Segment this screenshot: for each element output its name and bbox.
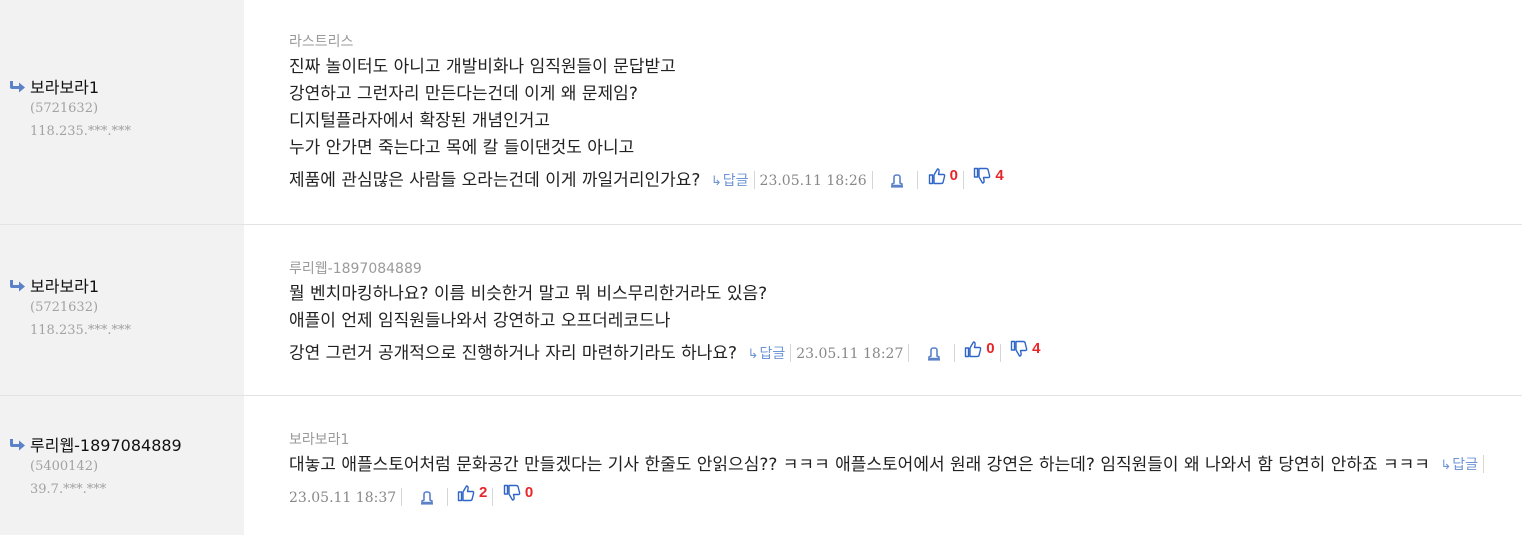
- divider: [753, 170, 755, 189]
- comment-text-line: 강연하고 그런자리 만든다는건데 이게 왜 문제임?: [289, 84, 638, 104]
- comment-item: 보라보라1 (5721632) 118.235.***.*** 루리웹-1897…: [0, 225, 1522, 396]
- thumbs-down-icon: [503, 484, 521, 501]
- thumbs-up-icon: [928, 167, 945, 184]
- comment-text-line: 대놓고 애플스토어처럼 문화공간 만들겠다는 기사 한줄도 안읽으심?? ㅋㅋㅋ…: [289, 455, 1430, 475]
- divider: [962, 170, 964, 189]
- reply-button[interactable]: ↳답글: [1440, 457, 1478, 473]
- like-button[interactable]: 0: [964, 335, 995, 362]
- thumbs-up-icon: [965, 340, 982, 357]
- comment-list: 보라보라1 (5721632) 118.235.***.*** 라스트리스 진짜…: [0, 0, 1522, 535]
- author-user-id: (5400142): [30, 459, 99, 474]
- author-name[interactable]: 보라보라1: [30, 273, 99, 297]
- author-ip: 118.235.***.***: [30, 323, 132, 338]
- dislike-count: 4: [1032, 340, 1041, 357]
- divider: [790, 343, 792, 362]
- author-panel: 보라보라1 (5721632) 118.235.***.***: [0, 0, 244, 224]
- bell-icon[interactable]: [890, 171, 904, 198]
- dislike-count: 0: [524, 484, 534, 501]
- divider: [917, 170, 919, 189]
- comment-date: 23.05.11 18:27: [796, 345, 904, 362]
- reply-button[interactable]: ↳답글: [711, 173, 749, 189]
- reply-target-name: 보라보라1: [289, 432, 350, 448]
- comment-text-line: 누가 안가면 죽는다고 목에 칼 들이댄것도 아니고: [289, 138, 635, 158]
- divider: [401, 487, 403, 506]
- like-button[interactable]: 0: [928, 162, 958, 189]
- author-user-id: (5721632): [30, 300, 99, 315]
- reply-target-name: 라스트리스: [289, 34, 354, 50]
- reply-arrow-icon: ↳: [710, 173, 722, 189]
- comment-tools: ↳답글 23.05.11 18:27 0 4: [743, 340, 1040, 362]
- divider: [1483, 455, 1485, 473]
- comment-item: 루리웹-1897084889 (5400142) 39.7.***.*** 보라…: [0, 396, 1522, 535]
- dislike-button[interactable]: 4: [1010, 335, 1040, 362]
- reply-button[interactable]: ↳답글: [748, 346, 786, 362]
- author-user-id: (5721632): [30, 101, 99, 116]
- comment-text-line: 제품에 관심많은 사람들 오라는건데 이게 까일거리인가요?: [289, 170, 701, 191]
- like-count: 0: [986, 340, 995, 357]
- bell-icon[interactable]: [927, 344, 941, 371]
- thumbs-down-icon: [974, 167, 991, 184]
- author-name[interactable]: 루리웹-1897084889: [30, 432, 182, 456]
- comment-item: 보라보라1 (5721632) 118.235.***.*** 라스트리스 진짜…: [0, 0, 1522, 225]
- comment-text-line: 디지털플라자에서 확장된 개념인거고: [289, 111, 551, 131]
- reply-arrow-icon: ↳: [747, 346, 759, 362]
- divider: [908, 343, 910, 362]
- dislike-button[interactable]: 0: [503, 479, 533, 506]
- author-name[interactable]: 보라보라1: [30, 74, 99, 98]
- author-ip: 39.7.***.***: [30, 482, 107, 497]
- thumbs-down-icon: [1010, 340, 1028, 357]
- like-count: 2: [479, 484, 488, 501]
- reply-arrow-icon: [8, 79, 26, 93]
- reply-arrow-icon: [8, 278, 26, 292]
- thumbs-up-icon: [457, 484, 475, 501]
- divider: [446, 487, 448, 506]
- comment-text-line: 애플이 언제 임직원들나와서 강연하고 오프더레코드나: [289, 311, 671, 331]
- comment-date: 23.05.11 18:26: [759, 172, 867, 189]
- divider: [492, 487, 494, 506]
- like-count: 0: [949, 167, 958, 184]
- author-panel: 루리웹-1897084889 (5400142) 39.7.***.***: [0, 396, 244, 535]
- reply-arrow-icon: ↳: [1440, 458, 1452, 473]
- dislike-count: 4: [995, 167, 1004, 184]
- dislike-button[interactable]: 4: [973, 162, 1004, 189]
- comment-tools: ↳답글 23.05.11 18:26 0 4: [706, 167, 1004, 189]
- comment-text-line: 진짜 놀이터도 아니고 개발비화나 임직원들이 문답받고: [289, 57, 676, 77]
- divider: [871, 170, 873, 189]
- comment-text-line: 뭘 벤치마킹하나요? 이름 비슷한거 말고 뭐 비스무리한거라도 있음?: [289, 284, 768, 304]
- bell-icon[interactable]: [420, 488, 434, 515]
- reply-arrow-icon: [8, 437, 26, 451]
- comment-text-line: 강연 그런거 공개적으로 진행하거나 자리 마련하기라도 하나요?: [289, 343, 738, 364]
- author-ip: 118.235.***.***: [30, 124, 132, 139]
- like-button[interactable]: 2: [457, 479, 487, 506]
- author-panel: 보라보라1 (5721632) 118.235.***.***: [0, 225, 244, 395]
- divider: [999, 343, 1001, 362]
- comment-date: 23.05.11 18:37: [289, 489, 397, 506]
- divider: [953, 343, 955, 362]
- reply-target-name: 루리웹-1897084889: [289, 261, 422, 277]
